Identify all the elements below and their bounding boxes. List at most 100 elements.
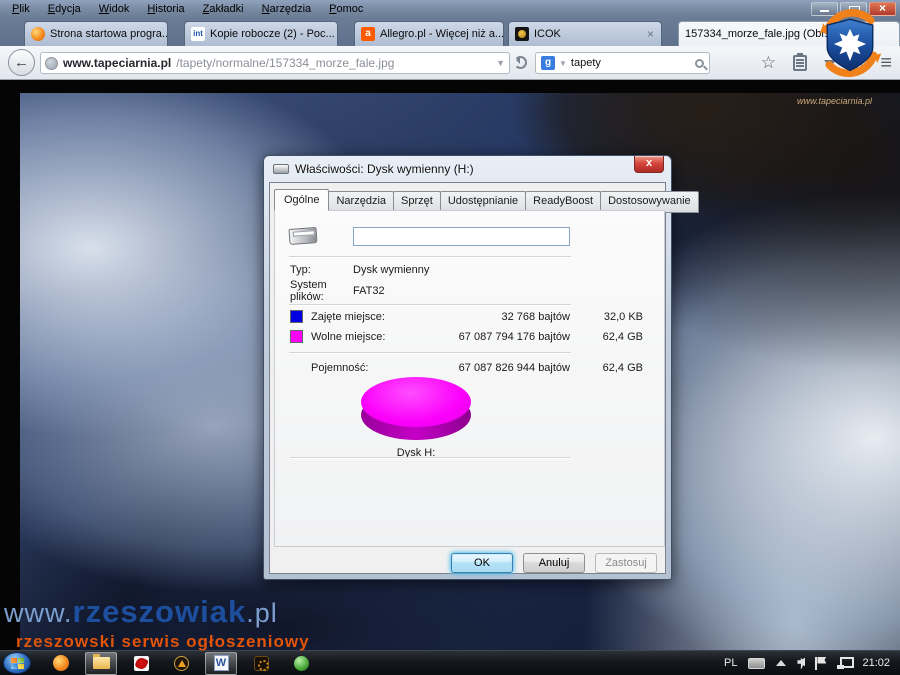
separator (289, 256, 571, 258)
free-space-label: Wolne miejsce: (311, 331, 385, 343)
interia-icon: int (191, 27, 205, 41)
menu-pomoc[interactable]: Pomoc (321, 2, 371, 16)
removable-drive-icon (288, 227, 317, 245)
capacity-bytes: 67 087 826 944 bajtów (435, 362, 570, 374)
tab-ogolne[interactable]: Ogólne (274, 189, 329, 211)
rzeszowiak-logo-icon (814, 8, 886, 80)
bookmark-star-icon[interactable]: ☆ (761, 51, 776, 75)
cancel-button[interactable]: Anuluj (523, 553, 585, 573)
separator (290, 457, 570, 459)
taskbar-word-button[interactable]: W (205, 652, 237, 675)
used-space-size: 32,0 KB (575, 311, 643, 323)
properties-dialog: Właściwości: Dysk wymienny (H:) x Ogólne… (263, 155, 672, 580)
taskbar-explorer-button[interactable] (85, 652, 117, 675)
firefox-icon (31, 27, 45, 41)
site-globe-icon (45, 57, 58, 70)
filesystem-label: System plików: (290, 279, 342, 303)
action-center-flag-icon[interactable] (814, 657, 826, 670)
dialog-titlebar[interactable]: Właściwości: Dysk wymienny (H:) (264, 156, 671, 182)
taskbar-apps: W (45, 652, 317, 675)
taskbar-burner-button[interactable] (165, 652, 197, 675)
firefox-icon (53, 655, 69, 671)
capacity-label: Pojemność: (311, 362, 368, 374)
used-space-swatch (290, 310, 303, 323)
dialog-close-icon[interactable]: x (634, 156, 664, 173)
photo-letterbox-left (0, 80, 20, 650)
tab-icok[interactable]: ICOK × (508, 21, 662, 46)
paint-splat-icon (134, 656, 149, 671)
windows-logo-icon (11, 658, 24, 669)
back-icon[interactable]: ← (8, 49, 35, 76)
separator (289, 304, 571, 306)
general-tab-page: Typ: Dysk wymienny System plików: FAT32 … (274, 210, 665, 547)
system-tray: PL 21:02 (724, 657, 900, 670)
word-icon: W (214, 655, 229, 671)
filesystem-value: FAT32 (353, 285, 385, 297)
taskbar-greenapp-button[interactable] (285, 652, 317, 675)
menu-zakladki[interactable]: Zakładki (195, 2, 252, 16)
taskbar-firefox-button[interactable] (45, 652, 77, 675)
volume-label-input[interactable] (353, 227, 570, 246)
browser-navbar: ← www.tapeciarnia.pl /tapety/normalne/15… (0, 46, 900, 80)
engine-dropdown-icon[interactable]: ▼ (559, 59, 567, 68)
url-path: /tapety/normalne/157334_morze_fale.jpg (176, 56, 394, 70)
rzeszowiak-watermark: www.rzeszowiak.pl (4, 594, 278, 630)
language-indicator[interactable]: PL (724, 657, 737, 669)
tab-allegro[interactable]: a Allegro.pl - Więcej niż a... × (354, 21, 504, 46)
browser-menubar: Plik Edycja Widok Historia Zakładki Narz… (0, 0, 900, 18)
reload-icon[interactable] (514, 56, 527, 69)
green-sphere-icon (294, 656, 309, 671)
menu-plik[interactable]: Plik (4, 2, 38, 16)
ok-button[interactable]: OK (451, 553, 513, 573)
start-button[interactable] (3, 652, 31, 674)
tab-kopie-robocze[interactable]: int Kopie robocze (2) - Poc... × (184, 21, 338, 46)
network-icon[interactable] (837, 657, 851, 669)
type-value: Dysk wymienny (353, 264, 429, 276)
disk-usage-pie-chart (361, 377, 471, 443)
browser-tabbar: Strona startowa progra... × int Kopie ro… (0, 18, 900, 46)
dialog-title: Właściwości: Dysk wymienny (H:) (295, 162, 474, 176)
free-space-size: 62,4 GB (575, 331, 643, 343)
show-hidden-icons-chevron[interactable] (776, 660, 786, 666)
wallpaper-credit: www.tapeciarnia.pl (797, 96, 872, 106)
used-space-bytes: 32 768 bajtów (435, 311, 570, 323)
keyboard-icon[interactable] (748, 658, 765, 669)
url-dropdown-icon[interactable]: ▼ (496, 58, 505, 68)
apply-button[interactable]: Zastosuj (595, 553, 657, 573)
taskbar-utility-button[interactable] (245, 652, 277, 675)
allegro-icon: a (361, 27, 375, 41)
url-bar[interactable]: www.tapeciarnia.pl /tapety/normalne/1573… (40, 52, 510, 74)
search-input[interactable]: g ▼ tapety (535, 52, 710, 74)
menu-edycja[interactable]: Edycja (40, 2, 89, 16)
used-space-label: Zajęte miejsce: (311, 311, 385, 323)
bookmarks-menu-icon[interactable] (793, 55, 807, 71)
photo-letterbox-top (0, 80, 900, 93)
type-label: Typ: (290, 264, 311, 276)
capacity-size: 62,4 GB (575, 362, 643, 374)
google-engine-icon[interactable]: g (541, 56, 555, 70)
tab-strona-startowa[interactable]: Strona startowa progra... × (24, 21, 168, 46)
gear-icon (254, 656, 269, 671)
desktop: www.tapeciarnia.pl Plik Edycja Widok His… (0, 0, 900, 675)
pie-free-slice (361, 377, 471, 427)
drive-small-icon (273, 164, 289, 174)
free-space-swatch (290, 330, 303, 343)
icok-icon (515, 27, 529, 41)
menu-historia[interactable]: Historia (139, 2, 192, 16)
separator (289, 352, 571, 354)
amber-triangle-icon (174, 656, 189, 671)
menu-narzedzia[interactable]: Narzędzia (254, 2, 320, 16)
folder-icon (93, 657, 110, 669)
search-value: tapety (571, 57, 601, 69)
free-space-bytes: 67 087 794 176 bajtów (435, 331, 570, 343)
clock[interactable]: 21:02 (862, 657, 890, 669)
url-domain: www.tapeciarnia.pl (63, 56, 171, 70)
search-icon[interactable] (695, 59, 704, 68)
dialog-client: Ogólne Narzędzia Sprzęt Udostępnianie Re… (269, 182, 666, 574)
volume-icon[interactable] (797, 658, 803, 669)
tab-close-icon[interactable]: × (646, 27, 655, 41)
menu-widok[interactable]: Widok (91, 2, 138, 16)
rzeszowiak-watermark-subtitle: rzeszowski serwis ogłoszeniowy (16, 632, 310, 652)
taskbar-imageapp-button[interactable] (125, 652, 157, 675)
taskbar: W PL 21:02 (0, 650, 900, 675)
